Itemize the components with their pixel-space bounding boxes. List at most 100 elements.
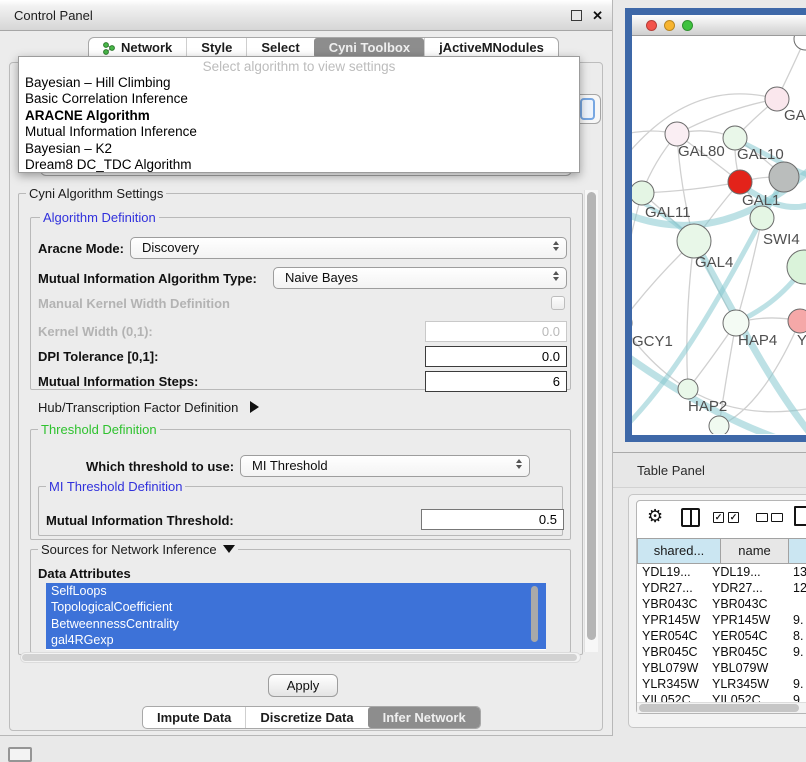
select-all-checkbox-icon[interactable]: ✓ (728, 512, 739, 523)
kernel-width-field[interactable]: 0.0 (425, 321, 567, 342)
tab-network[interactable]: Network (89, 38, 186, 58)
network-canvas[interactable]: GALGAL80GAL10GAL1GAL11SWI4GAL4GCY1HAP4YH… (632, 36, 806, 434)
deselect-all-icon[interactable] (771, 513, 783, 522)
data-attribute-item[interactable]: BetweennessCentrality (46, 616, 546, 632)
network-node[interactable] (769, 162, 799, 192)
window-close-button[interactable] (646, 20, 657, 31)
mi-steps-label: Mutual Information Steps: (38, 374, 198, 389)
table-cell: 9. (793, 612, 803, 628)
network-node[interactable] (677, 224, 711, 258)
dropdown-item[interactable]: Bayesian – Hill Climbing (19, 75, 579, 91)
aracne-mode-combobox[interactable]: Discovery (130, 237, 567, 259)
dpi-tolerance-field[interactable]: 0.0 (425, 346, 567, 367)
hub-definition-expander[interactable]: Hub/Transcription Factor Definition (38, 400, 259, 415)
table-row[interactable]: YBR043CYBR043C (637, 596, 806, 612)
screen: Control Panel ✕ Network Style Select Cyn… (0, 0, 806, 762)
table-row[interactable]: YBR045CYBR045C9. (637, 644, 806, 660)
settings-group-title: Cyni Algorithm Settings (26, 187, 166, 200)
tab-jactivemnodules[interactable]: jActiveMNodules (424, 38, 558, 58)
tab-cyni-toolbox[interactable]: Cyni Toolbox (314, 38, 424, 58)
network-node-label: SWI4 (763, 231, 800, 248)
dropdown-item[interactable]: Dream8 DC_TDC Algorithm (19, 157, 579, 173)
table-cell: 13 (793, 564, 806, 580)
window-minimize-button[interactable] (664, 20, 675, 31)
table-row[interactable]: YLR345WYLR345W9. (637, 676, 806, 692)
data-attribute-item[interactable]: SelfLoops (46, 583, 546, 599)
window-zoom-button[interactable] (682, 20, 693, 31)
sources-group-title: Sources for Network Inference (38, 543, 238, 556)
aracne-mode-value: Discovery (142, 240, 199, 255)
network-node[interactable] (750, 206, 774, 230)
table-row[interactable]: YIL052CYIL052C9 (637, 692, 806, 702)
table-cell: YDR27... (642, 580, 693, 596)
table-column-header[interactable]: shared... (637, 538, 721, 564)
table-panel-titlebar: Table Panel (613, 452, 806, 488)
vscroll-thumb[interactable] (587, 192, 596, 640)
data-attributes-items: SelfLoopsTopologicalCoefficientBetweenne… (46, 583, 546, 649)
network-node[interactable] (794, 36, 806, 50)
table-row[interactable]: YER054CYER054C8. (637, 628, 806, 644)
network-node-label: Y (797, 332, 806, 349)
table-hscroll-thumb[interactable] (639, 704, 799, 712)
network-node-label: GAL1 (742, 192, 780, 209)
dropdown-item[interactable]: ARACNE Algorithm (19, 108, 579, 124)
mi-threshold-field[interactable]: 0.5 (421, 509, 564, 530)
deselect-all-icon[interactable] (756, 513, 768, 522)
network-node[interactable] (788, 309, 806, 333)
file-icon[interactable] (794, 506, 806, 526)
mi-threshold-group-title: MI Threshold Definition (46, 480, 185, 493)
settings-vertical-scrollbar[interactable] (584, 190, 598, 652)
select-all-checkbox-icon[interactable]: ✓ (713, 512, 724, 523)
mi-type-combobox[interactable]: Naive Bayes (273, 267, 567, 289)
dropdown-item[interactable]: Bayesian – K2 (19, 141, 579, 157)
hscroll-thumb[interactable] (22, 654, 577, 661)
table-cell: YBR045C (642, 644, 698, 660)
manual-kernel-checkbox[interactable] (551, 296, 565, 310)
dropdown-item[interactable]: Basic Correlation Inference (19, 91, 579, 107)
network-node[interactable] (632, 181, 654, 205)
which-threshold-combobox[interactable]: MI Threshold (240, 455, 530, 477)
table-cell: YPR145W (642, 612, 700, 628)
column-layout-icon[interactable] (681, 508, 700, 527)
tab-discretize-data[interactable]: Discretize Data (245, 707, 367, 728)
network-node[interactable] (787, 250, 806, 284)
minimized-panel-icon[interactable] (8, 747, 32, 762)
network-node[interactable] (709, 416, 729, 434)
apply-button[interactable]: Apply (268, 674, 338, 697)
table-horizontal-scrollbar[interactable] (637, 702, 806, 713)
table-row[interactable]: YPR145WYPR145W9. (637, 612, 806, 628)
table-row[interactable]: YDR27...YDR27...12 (637, 580, 806, 596)
tab-style[interactable]: Style (186, 38, 246, 58)
table-row[interactable]: YDL19...YDL19...13 (637, 564, 806, 580)
table-header: shared...name (637, 538, 806, 564)
table-cell: YIL052C (642, 692, 691, 702)
collapse-down-icon[interactable] (223, 545, 235, 553)
threshold-definition-title: Threshold Definition (38, 423, 160, 436)
table-cell: YLR345W (642, 676, 699, 692)
float-panel-icon[interactable] (571, 10, 582, 21)
settings-horizontal-scrollbar[interactable] (20, 652, 581, 663)
close-icon[interactable]: ✕ (592, 0, 603, 31)
tab-impute-data[interactable]: Impute Data (143, 707, 245, 728)
table-column-header[interactable] (789, 538, 806, 564)
data-attribute-item[interactable]: gal4RGexp (46, 632, 546, 648)
table-cell: YBR043C (642, 596, 698, 612)
tab-infer-network[interactable]: Infer Network (368, 707, 480, 728)
data-attribute-item[interactable]: TopologicalCoefficient (46, 599, 546, 615)
table-cell: YDL19... (642, 564, 691, 580)
network-node-label: GAL (784, 107, 806, 124)
data-attributes-listbox: SelfLoopsTopologicalCoefficientBetweenne… (46, 583, 546, 650)
table-column-header[interactable]: name (721, 538, 789, 564)
aracne-mode-label: Aracne Mode: (38, 241, 124, 256)
table-cell: YLR345W (712, 676, 769, 692)
network-node[interactable] (678, 379, 698, 399)
network-node[interactable] (728, 170, 752, 194)
gear-icon[interactable]: ⚙ (647, 506, 663, 527)
dropdown-item[interactable]: Mutual Information Inference (19, 124, 579, 140)
focused-spinner (580, 98, 595, 120)
mi-steps-field[interactable]: 6 (425, 371, 567, 392)
network-node-label: GAL4 (695, 254, 733, 271)
list-scrollbar-thumb[interactable] (531, 586, 538, 642)
table-row[interactable]: YBL079WYBL079W (637, 660, 806, 676)
tab-select[interactable]: Select (246, 38, 313, 58)
